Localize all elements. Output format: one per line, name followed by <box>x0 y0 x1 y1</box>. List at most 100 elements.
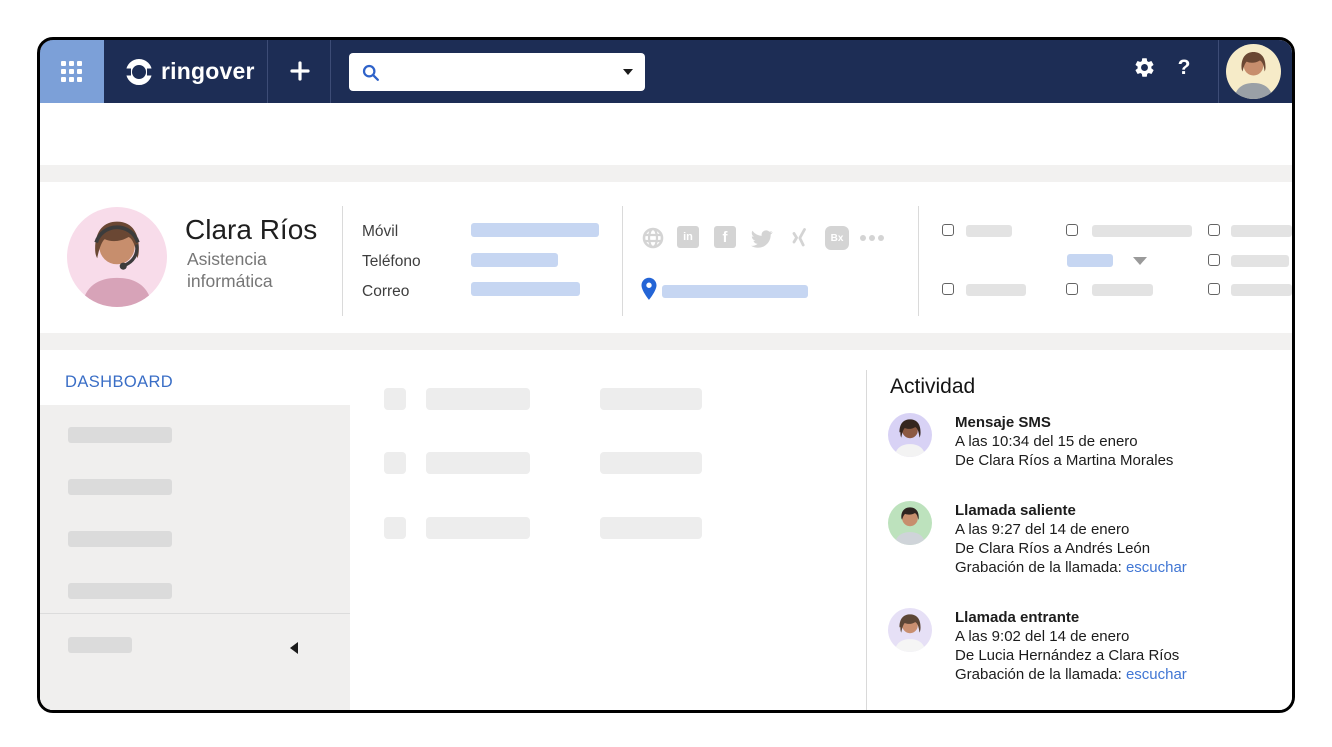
option-placeholder <box>1231 225 1292 237</box>
search-icon <box>361 63 380 82</box>
contact-avatar-photo <box>67 207 167 307</box>
recording-label: Grabación de la llamada: <box>955 559 1126 576</box>
activity-recording-line: Grabación de la llamada: escuchar <box>955 665 1295 684</box>
main-content: DASHBOARD Actividad Mensaje SMS A las 10 <box>40 350 1292 710</box>
sidebar-panel <box>40 405 350 710</box>
address-placeholder <box>662 285 808 298</box>
option-placeholder <box>966 225 1012 237</box>
activity-recording-line: Grabación de la llamada: escuchar <box>955 558 1295 577</box>
website-icon[interactable] <box>641 226 665 255</box>
option-placeholder <box>966 284 1026 296</box>
sidebar-nav-placeholder <box>68 531 172 547</box>
toolbar <box>40 103 1292 165</box>
field-value-placeholder <box>471 223 599 237</box>
section-divider-strip <box>40 165 1292 182</box>
user-avatar[interactable] <box>1226 44 1281 99</box>
activity-participants: De Clara Ríos a Martina Morales <box>955 451 1295 470</box>
record-placeholder <box>600 388 702 410</box>
activity-divider <box>866 370 867 710</box>
activity-time: A las 10:34 del 15 de enero <box>955 432 1295 451</box>
option-placeholder <box>1231 255 1289 267</box>
gear-icon <box>1133 56 1156 79</box>
record-placeholder <box>600 452 702 474</box>
sidebar-item-dashboard[interactable]: DASHBOARD <box>65 373 173 392</box>
topbar-divider <box>330 40 331 103</box>
settings-button[interactable] <box>1128 56 1160 79</box>
activity-title: Actividad <box>890 375 975 399</box>
contact-name: Clara Ríos <box>185 214 317 246</box>
contact-role: Asistencia informática <box>187 248 312 292</box>
option-placeholder <box>1231 284 1292 296</box>
listen-link[interactable]: escuchar <box>1126 559 1187 576</box>
linkedin-glyph: in <box>677 226 699 248</box>
activity-type: Llamada saliente <box>955 502 1076 519</box>
activity-time: A las 9:27 del 14 de enero <box>955 520 1295 539</box>
facebook-icon[interactable]: f <box>714 226 736 248</box>
option-checkbox[interactable] <box>1066 283 1078 295</box>
record-placeholder <box>426 388 530 410</box>
record-placeholder <box>384 388 406 410</box>
user-avatar-photo <box>1226 44 1281 99</box>
listen-link[interactable]: escuchar <box>1126 666 1187 683</box>
option-placeholder <box>1092 225 1192 237</box>
contact-header: Clara Ríos Asistencia informática Móvil … <box>40 182 1292 333</box>
chevron-down-icon[interactable] <box>1133 257 1147 265</box>
selected-value-placeholder <box>1067 254 1113 267</box>
activity-item: Llamada saliente A las 9:27 del 14 de en… <box>955 501 1295 577</box>
help-button[interactable]: ? <box>1171 56 1197 80</box>
section-divider-strip <box>40 333 1292 350</box>
option-checkbox[interactable] <box>942 283 954 295</box>
option-checkbox[interactable] <box>1066 224 1078 236</box>
sidebar-divider <box>40 613 350 614</box>
option-checkbox[interactable] <box>942 224 954 236</box>
xing-icon[interactable] <box>787 226 811 255</box>
field-label-movil: Móvil <box>362 223 398 241</box>
plus-icon <box>290 61 310 81</box>
add-button[interactable] <box>283 54 317 88</box>
sidebar-nav-placeholder <box>68 583 172 599</box>
activity-avatar <box>888 413 932 457</box>
sidebar-nav-placeholder <box>68 479 172 495</box>
field-label-correo: Correo <box>362 283 409 301</box>
ringover-logo[interactable]: ringover <box>126 40 255 103</box>
brand-name: ringover <box>161 58 255 85</box>
ringover-logo-icon <box>126 59 152 85</box>
linkedin-icon[interactable]: in <box>677 226 699 248</box>
app-window: ringover ? <box>37 37 1295 713</box>
bx-icon[interactable]: Bx <box>825 226 849 250</box>
option-checkbox[interactable] <box>1208 283 1220 295</box>
topbar-divider <box>267 40 268 103</box>
search-input[interactable] <box>349 53 645 91</box>
option-checkbox[interactable] <box>1208 254 1220 266</box>
twitter-icon[interactable] <box>749 226 773 255</box>
field-value-placeholder <box>471 282 580 296</box>
grid-icon <box>61 61 83 83</box>
record-placeholder <box>384 452 406 474</box>
option-checkbox[interactable] <box>1208 224 1220 236</box>
activity-participants: De Lucia Hernández a Clara Ríos <box>955 646 1295 665</box>
activity-participants: De Clara Ríos a Andrés León <box>955 539 1295 558</box>
facebook-glyph: f <box>714 226 736 248</box>
more-socials-icon[interactable] <box>860 226 884 241</box>
sidebar-nav-placeholder <box>68 427 172 443</box>
activity-avatar <box>888 608 932 652</box>
header-divider <box>918 206 919 316</box>
record-placeholder <box>426 452 530 474</box>
recording-label: Grabación de la llamada: <box>955 666 1126 683</box>
top-navigation-bar: ringover ? <box>40 40 1292 103</box>
header-divider <box>342 206 343 316</box>
collapse-sidebar-icon[interactable] <box>290 642 298 654</box>
app-launcher-button[interactable] <box>40 40 104 103</box>
activity-item: Llamada entrante A las 9:02 del 14 de en… <box>955 608 1295 684</box>
search-dropdown-caret[interactable] <box>623 69 633 75</box>
activity-item: Mensaje SMS A las 10:34 del 15 de enero … <box>955 413 1295 470</box>
record-placeholder <box>600 517 702 539</box>
contact-avatar <box>67 207 167 307</box>
option-placeholder <box>1092 284 1153 296</box>
field-value-placeholder <box>471 253 558 267</box>
record-placeholder <box>384 517 406 539</box>
topbar-divider <box>1218 40 1219 103</box>
activity-type: Mensaje SMS <box>955 414 1051 431</box>
activity-type: Llamada entrante <box>955 609 1079 626</box>
activity-time: A las 9:02 del 14 de enero <box>955 627 1295 646</box>
